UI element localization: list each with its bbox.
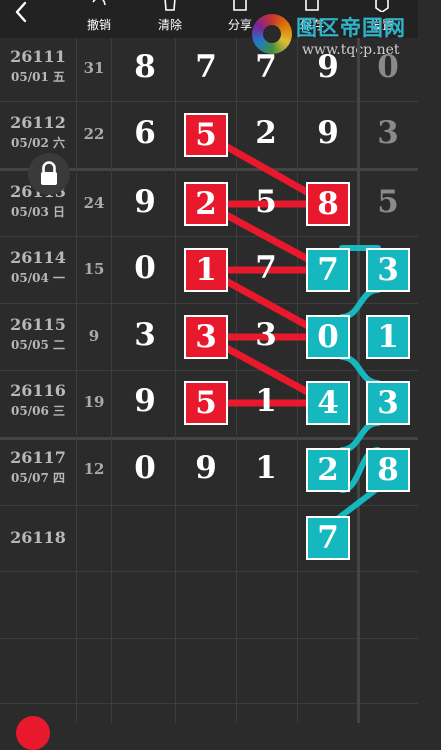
highlighted-digit[interactable]: 1 — [366, 315, 410, 359]
digit-cell[interactable]: 1 — [236, 383, 296, 419]
digit-cell[interactable]: 3 — [358, 115, 418, 151]
highlighted-digit[interactable]: 4 — [306, 381, 350, 425]
cyan-connector — [339, 354, 381, 386]
lock-button[interactable] — [28, 153, 70, 195]
digit-cell[interactable]: 9 — [298, 115, 358, 151]
highlighted-digit[interactable]: 5 — [184, 381, 228, 425]
digit-cell[interactable]: 3 — [115, 317, 175, 353]
digit-cell[interactable]: 9 — [176, 450, 236, 486]
digit-cell[interactable]: 5 — [236, 184, 296, 220]
digit-cell[interactable]: 6 — [115, 115, 175, 151]
highlighted-digit[interactable]: 5 — [184, 113, 228, 157]
cyan-connector — [339, 287, 381, 320]
digit-cell[interactable]: 9 — [298, 49, 358, 85]
digit-cell[interactable]: 9 — [115, 383, 175, 419]
cyan-connector — [339, 420, 381, 453]
digit-cell[interactable]: 7 — [176, 49, 236, 85]
highlighted-digit[interactable]: 3 — [184, 315, 228, 359]
highlighted-digit[interactable]: 2 — [306, 448, 350, 492]
digit-cell[interactable]: 3 — [236, 317, 296, 353]
highlighted-digit[interactable]: 3 — [366, 248, 410, 292]
highlighted-digit[interactable]: 8 — [366, 448, 410, 492]
highlighted-digit[interactable]: 0 — [306, 315, 350, 359]
highlighted-digit[interactable]: 3 — [366, 381, 410, 425]
highlighted-digit[interactable]: 7 — [306, 248, 350, 292]
digit-cell[interactable]: 1 — [236, 450, 296, 486]
digit-cell[interactable]: 8 — [115, 49, 175, 85]
digit-cell[interactable]: 5 — [358, 184, 418, 220]
digit-cell[interactable]: 9 — [115, 184, 175, 220]
trend-lines — [202, 131, 381, 523]
highlighted-digit[interactable]: 7 — [306, 516, 350, 560]
highlighted-digit[interactable]: 1 — [184, 248, 228, 292]
digit-cell[interactable]: 7 — [236, 49, 296, 85]
digit-cell[interactable]: 0 — [115, 250, 175, 286]
digit-cell[interactable]: 0 — [115, 450, 175, 486]
highlighted-digit[interactable]: 2 — [184, 182, 228, 226]
digit-cell[interactable]: 2 — [236, 115, 296, 151]
lock-icon — [41, 161, 57, 185]
highlighted-digit[interactable]: 8 — [306, 182, 350, 226]
digit-cell[interactable]: 7 — [236, 250, 296, 286]
digit-cell[interactable]: 0 — [358, 49, 418, 85]
